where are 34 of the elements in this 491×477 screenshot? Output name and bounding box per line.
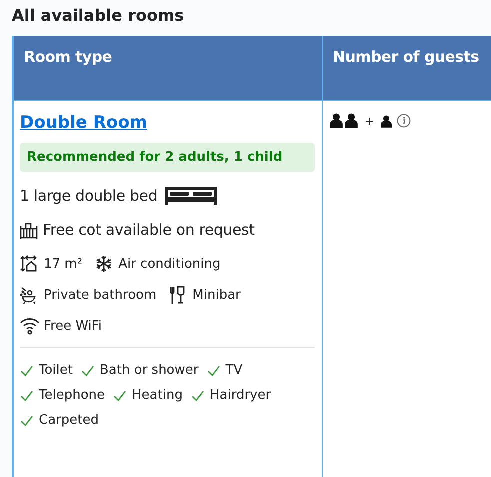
amenity-label: Telephone	[39, 388, 106, 403]
bed-description: 1 large double bed	[20, 187, 158, 205]
recommendation-banner: Recommended for 2 adults, 1 child	[20, 143, 315, 172]
cot-note: Free cot available on request	[43, 221, 255, 239]
child-person-icon	[381, 115, 392, 128]
adult-person-icon	[330, 113, 343, 128]
check-icon	[20, 414, 34, 426]
wifi-icon	[20, 317, 40, 335]
plus-sign: +	[365, 116, 374, 128]
cot-icon	[20, 221, 38, 239]
amenity-label: Bath or shower	[100, 363, 199, 378]
column-header: Room type	[12, 36, 322, 101]
column-header: Number of guests	[322, 36, 491, 101]
adult-person-icon	[345, 113, 358, 128]
check-icon	[113, 390, 128, 402]
amenity-label: TV	[226, 363, 243, 378]
check-icon	[20, 390, 34, 402]
check-icon	[81, 364, 96, 376]
section-heading: All available rooms	[12, 5, 186, 27]
facility-label: Minibar	[192, 288, 241, 302]
check-icon	[206, 364, 221, 376]
facility-label: Free WiFi	[44, 318, 102, 334]
facility-label: 17 m²	[44, 256, 83, 272]
amenity-label: Toilet	[39, 363, 74, 378]
facility-label: Air conditioning	[118, 256, 221, 272]
amenity-label: Hairdryer	[210, 388, 272, 403]
amenity-label: Carpeted	[39, 413, 99, 428]
facility-label: Private bathroom	[44, 288, 157, 302]
amenity-label: Heating	[132, 388, 183, 403]
check-icon	[20, 364, 34, 376]
check-icon	[190, 390, 205, 402]
double-bed-icon	[162, 186, 219, 206]
room-name-link[interactable]: Double Room	[20, 113, 148, 133]
info-icon	[397, 114, 412, 128]
